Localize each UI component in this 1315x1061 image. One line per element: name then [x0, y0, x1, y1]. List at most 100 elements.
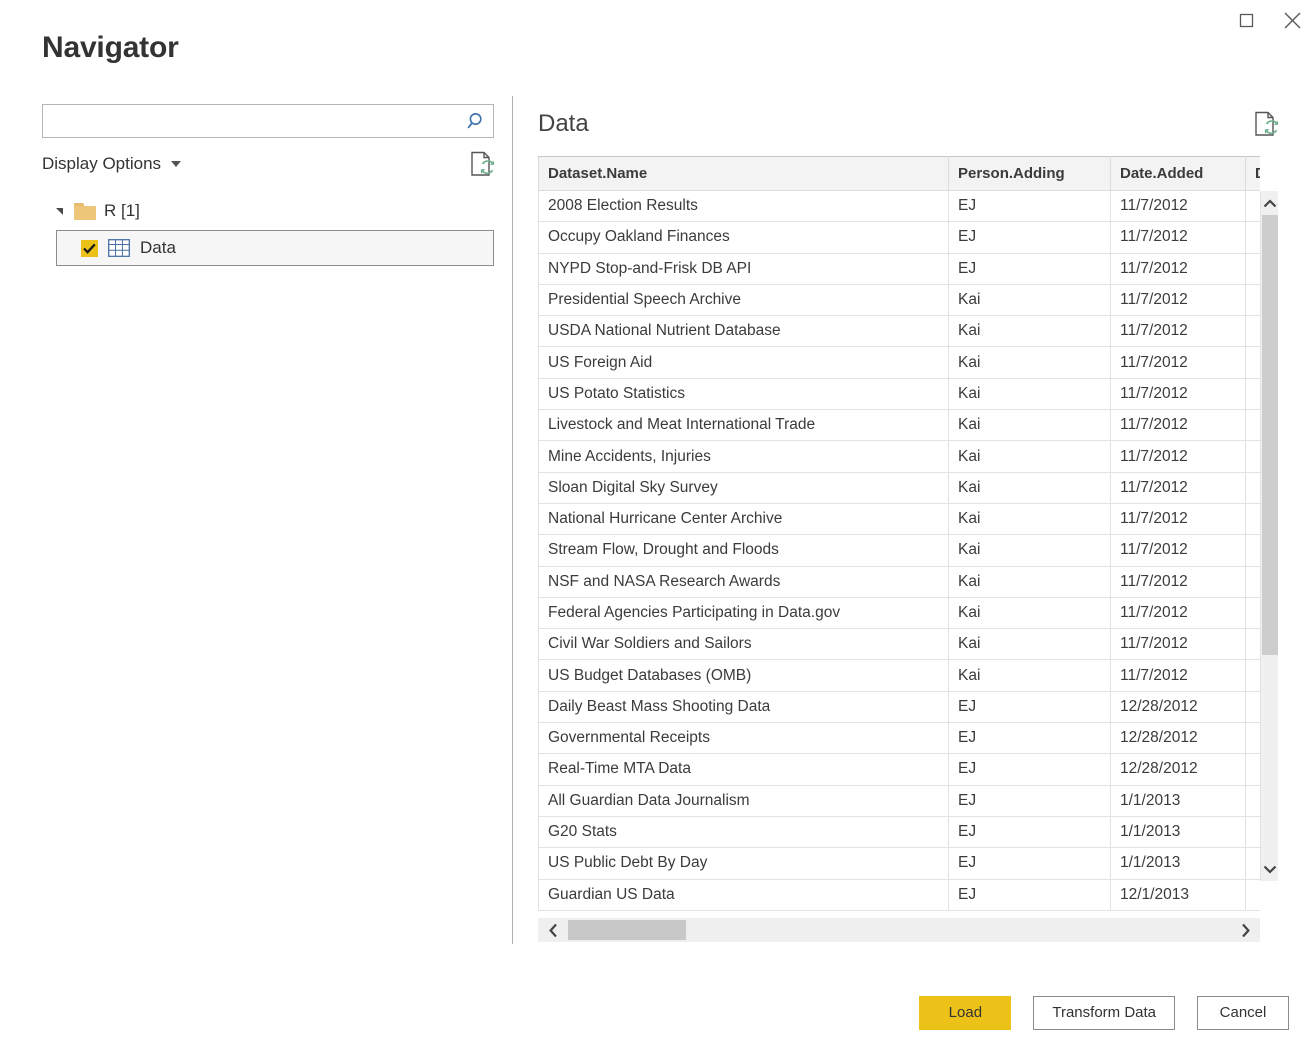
expander-triangle-icon[interactable]	[52, 207, 66, 215]
cell-r10-c0: National Hurricane Center Archive	[538, 502, 949, 536]
navigation-tree: R [1] Data	[42, 196, 494, 266]
table-header-row: Dataset.NamePerson.AddingDate.AddedDat	[538, 156, 1260, 191]
cell-r4-c2: 11/7/2012	[1110, 315, 1246, 348]
table-row[interactable]: Federal Agencies Participating in Data.g…	[538, 596, 1260, 630]
cell-r6-c2: 11/7/2012	[1110, 377, 1246, 411]
table-row[interactable]: National Hurricane Center Archive Kai 11/7…	[538, 502, 1260, 536]
cell-r1-c3	[1245, 221, 1260, 254]
cell-r2-c3	[1245, 252, 1260, 285]
chevron-right-icon	[1241, 923, 1250, 937]
table-row[interactable]: US Foreign Aid Kai 11/7/2012	[538, 346, 1260, 379]
cell-r5-c1: Kai	[948, 346, 1111, 379]
load-button[interactable]: Load	[919, 996, 1012, 1030]
display-options-dropdown[interactable]: Display Options	[42, 153, 182, 175]
dialog-footer: Load Transform Data Cancel	[0, 995, 1315, 1031]
cell-r9-c0: Sloan Digital Sky Survey	[538, 471, 949, 504]
table-row[interactable]: Civil War Soldiers and Sailors Kai 11/7/20…	[538, 628, 1260, 661]
search-box[interactable]	[42, 104, 494, 138]
cell-r22-c2: 12/1/2013	[1110, 878, 1246, 911]
left-pane: Display Options R [1] Data	[42, 104, 494, 940]
table-row[interactable]: US Potato Statistics Kai 11/7/2012	[538, 377, 1260, 411]
close-button[interactable]	[1269, 0, 1315, 40]
preview-table-viewport[interactable]: Dataset.NamePerson.AddingDate.AddedDat 2…	[538, 156, 1260, 916]
cell-r18-c1: EJ	[948, 753, 1111, 786]
cell-r15-c2: 11/7/2012	[1110, 659, 1246, 692]
cell-r7-c3	[1245, 409, 1260, 442]
tree-node-root[interactable]: R [1]	[42, 196, 494, 226]
refresh-preview-icon-right[interactable]	[1254, 111, 1278, 137]
cell-r14-c3	[1245, 628, 1260, 661]
table-row[interactable]: Real-Time MTA Data EJ 12/28/2012	[538, 753, 1260, 786]
vertical-scroll-thumb[interactable]	[1262, 215, 1278, 655]
table-row[interactable]: US Public Debt By Day EJ 1/1/2013	[538, 847, 1260, 880]
cell-r8-c3	[1245, 440, 1260, 473]
cell-r20-c2: 1/1/2013	[1110, 815, 1246, 849]
preview-table-head: Dataset.NamePerson.AddingDate.AddedDat	[538, 156, 1260, 191]
tree-item-data[interactable]: Data	[56, 230, 494, 266]
column-header-0[interactable]: Dataset.Name	[538, 156, 949, 191]
table-row[interactable]: Daily Beast Mass Shooting Data EJ 12/28/20…	[538, 690, 1260, 724]
search-input[interactable]	[43, 105, 461, 137]
column-header-1[interactable]: Person.Adding	[948, 156, 1111, 191]
cell-r5-c2: 11/7/2012	[1110, 346, 1246, 379]
column-header-3[interactable]: Dat	[1245, 156, 1260, 191]
cell-r0-c2: 11/7/2012	[1110, 189, 1246, 223]
scroll-down-button[interactable]	[1261, 857, 1278, 881]
table-row[interactable]: NYPD Stop-and-Frisk DB API EJ 11/7/2012	[538, 252, 1260, 285]
cell-r3-c3	[1245, 283, 1260, 317]
cell-r11-c0: Stream Flow, Drought and Floods	[538, 534, 949, 567]
cell-r11-c3	[1245, 534, 1260, 567]
vertical-scrollbar[interactable]	[1260, 191, 1278, 881]
page-title: Navigator	[42, 31, 179, 64]
horizontal-scrollbar[interactable]	[538, 918, 1260, 942]
table-row[interactable]: Livestock and Meat International Trade Ka…	[538, 409, 1260, 442]
scroll-up-button[interactable]	[1261, 191, 1278, 215]
table-row[interactable]: Occupy Oakland Finances EJ 11/7/2012	[538, 221, 1260, 254]
cell-r13-c2: 11/7/2012	[1110, 596, 1246, 630]
cell-r11-c1: Kai	[948, 534, 1111, 567]
cell-r15-c0: US Budget Databases (OMB)	[538, 659, 949, 692]
scroll-left-button[interactable]	[538, 923, 568, 938]
cell-r7-c2: 11/7/2012	[1110, 409, 1246, 442]
horizontal-scroll-track[interactable]	[568, 918, 1230, 942]
cell-r4-c1: Kai	[948, 315, 1111, 348]
refresh-preview-icon-left[interactable]	[470, 151, 494, 177]
column-header-2[interactable]: Date.Added	[1110, 156, 1246, 191]
maximize-button[interactable]	[1223, 0, 1269, 40]
cell-r18-c2: 12/28/2012	[1110, 753, 1246, 786]
table-row[interactable]: US Budget Databases (OMB) Kai 11/7/2012	[538, 659, 1260, 692]
table-row[interactable]: Guardian US Data EJ 12/1/2013	[538, 878, 1260, 911]
table-row[interactable]: 2008 Election Results EJ 11/7/2012	[538, 189, 1260, 223]
table-row[interactable]: NSF and NASA Research Awards Kai 11/7/2012	[538, 565, 1260, 598]
table-row[interactable]: Mine Accidents, Injuries Kai 11/7/2012	[538, 440, 1260, 473]
table-row[interactable]: All Guardian Data Journalism EJ 1/1/2013	[538, 784, 1260, 817]
transform-data-button[interactable]: Transform Data	[1033, 996, 1175, 1030]
pane-divider	[512, 96, 513, 944]
cell-r21-c3	[1245, 847, 1260, 880]
navigator-dialog: Navigator Display Options R [1] Data Dat…	[0, 0, 1315, 1061]
cell-r5-c3	[1245, 346, 1260, 379]
cell-r22-c1: EJ	[948, 878, 1111, 911]
chevron-up-icon	[1263, 198, 1276, 207]
table-row[interactable]: G20 Stats EJ 1/1/2013	[538, 815, 1260, 849]
cell-r6-c1: Kai	[948, 377, 1111, 411]
cell-r10-c1: Kai	[948, 502, 1111, 536]
tree-children: Data	[56, 230, 494, 266]
cancel-button[interactable]: Cancel	[1197, 996, 1289, 1030]
table-row[interactable]: Stream Flow, Drought and Floods Kai 11/7/2…	[538, 534, 1260, 567]
tree-item-data-label: Data	[140, 238, 176, 257]
checkbox-data[interactable]	[81, 239, 98, 257]
horizontal-scroll-thumb[interactable]	[568, 920, 686, 940]
scroll-right-button[interactable]	[1230, 923, 1260, 938]
table-row[interactable]: Sloan Digital Sky Survey Kai 11/7/2012	[538, 471, 1260, 504]
vertical-scroll-track[interactable]	[1261, 215, 1278, 857]
search-icon[interactable]	[461, 105, 493, 137]
cell-r6-c3	[1245, 377, 1260, 411]
table-row[interactable]: Presidential Speech Archive Kai 11/7/2012	[538, 283, 1260, 317]
cell-r17-c0: Governmental Receipts	[538, 722, 949, 755]
cell-r3-c0: Presidential Speech Archive	[538, 283, 949, 317]
table-row[interactable]: USDA National Nutrient Database Kai 11/7/2…	[538, 315, 1260, 348]
cell-r9-c1: Kai	[948, 471, 1111, 504]
table-row[interactable]: Governmental Receipts EJ 12/28/2012	[538, 722, 1260, 755]
tree-node-root-label: R [1]	[104, 201, 140, 220]
